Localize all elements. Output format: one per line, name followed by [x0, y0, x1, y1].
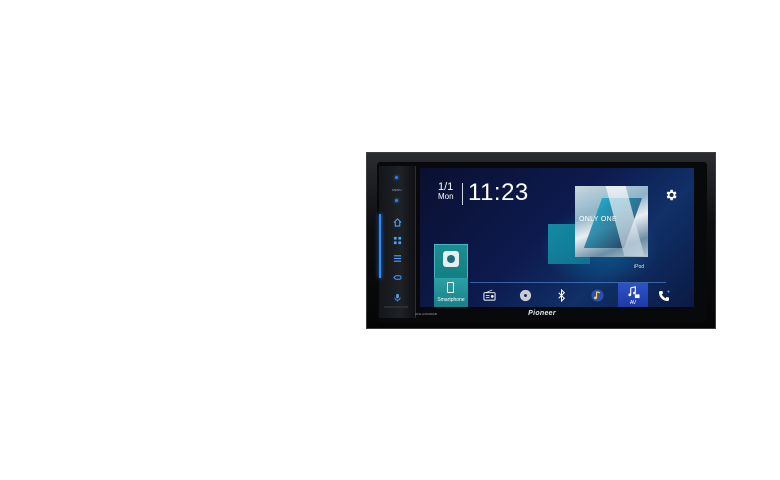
- list-button[interactable]: [389, 251, 405, 265]
- head-unit-face: MENU 1/1 Mon 11:23 ONLY ONE iPod Smartph…: [377, 162, 707, 322]
- usb-slot: [384, 306, 408, 308]
- radio-icon: [482, 289, 496, 301]
- mic-icon: [393, 293, 401, 302]
- phone-call-button[interactable]: [658, 289, 672, 303]
- brand-logo: Pioneer: [528, 310, 556, 317]
- grid-button[interactable]: [389, 233, 405, 247]
- bluetooth-source-button[interactable]: [546, 283, 576, 307]
- music-note-icon: [590, 288, 604, 302]
- list-icon: [393, 254, 401, 262]
- back-button[interactable]: [389, 270, 405, 284]
- date-divider: [462, 183, 463, 205]
- date-display: 1/1 Mon: [438, 181, 454, 202]
- clock-display: 11:23: [468, 179, 529, 206]
- grid-icon: [393, 236, 401, 244]
- smartphone-button[interactable]: Smartphone: [434, 278, 468, 307]
- source-label: iPod: [634, 264, 645, 270]
- disc-source-button[interactable]: [510, 283, 540, 307]
- touchscreen[interactable]: 1/1 Mon 11:23 ONLY ONE iPod Smartphone A…: [420, 168, 694, 307]
- album-title: ONLY ONE: [579, 216, 617, 223]
- smartphone-icon: [447, 282, 454, 293]
- av-source-button[interactable]: AV: [618, 283, 648, 307]
- app-icon[interactable]: [443, 251, 459, 267]
- music-source-button[interactable]: [582, 283, 612, 307]
- hardware-button-strip: MENU: [379, 166, 416, 318]
- radio-source-button[interactable]: [474, 283, 504, 307]
- voice-button[interactable]: [389, 290, 405, 304]
- bluetooth-icon: [557, 288, 565, 302]
- av-music-icon: [627, 285, 640, 298]
- menu-button-label[interactable]: MENU: [385, 188, 409, 192]
- phone-icon: [659, 290, 670, 301]
- smartphone-label: Smartphone: [437, 297, 465, 303]
- head-unit: MENU 1/1 Mon 11:23 ONLY ONE iPod Smartph…: [366, 152, 716, 329]
- home-button[interactable]: [389, 215, 405, 229]
- album-art[interactable]: ONLY ONE: [575, 186, 648, 257]
- gear-icon: [666, 189, 677, 201]
- indicator-led: [395, 199, 398, 202]
- blue-edge-light: [379, 214, 381, 278]
- disc-icon: [519, 289, 531, 301]
- date-month-day: 1/1: [438, 181, 454, 193]
- av-label: AV: [629, 300, 637, 306]
- indicator-led: [395, 176, 398, 179]
- settings-button[interactable]: [664, 188, 678, 202]
- home-icon: [393, 217, 401, 227]
- date-weekday: Mon: [438, 192, 454, 201]
- back-icon: [392, 274, 402, 280]
